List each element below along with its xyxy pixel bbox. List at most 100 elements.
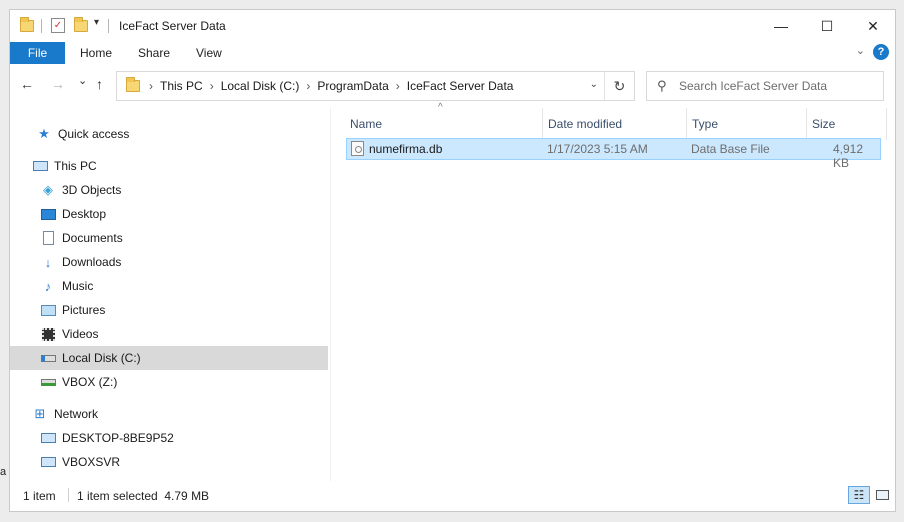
star-icon: ★ [38,126,50,141]
tab-home[interactable]: Home [80,46,112,60]
nav-network[interactable]: ⊞ Network [10,402,328,426]
nav-label: DESKTOP-8BE9P52 [62,431,174,445]
new-folder-icon[interactable] [74,17,88,32]
window-title: IceFact Server Data [119,19,226,33]
file-date-modified: 1/17/2023 5:15 AM [547,142,648,156]
details-view-icon: ☷ [853,488,865,502]
refresh-icon: ↻ [613,77,626,94]
nav-label: This PC [54,159,97,173]
back-arrow-icon: ← [20,76,34,92]
properties-icon[interactable]: ✓ [51,18,65,33]
up-arrow-icon: ↑ [96,76,103,92]
large-icons-view-button[interactable] [871,486,893,504]
breadcrumb-local-disk[interactable]: Local Disk (C:) [217,79,304,93]
network-icon: ⊞ [34,406,46,421]
close-button[interactable]: ✕ [850,10,896,42]
sort-ascending-icon: ^ [438,102,443,113]
column-resize-handle[interactable] [806,108,807,140]
nav-label: Quick access [58,127,130,141]
breadcrumb-icefact-server-data[interactable]: IceFact Server Data [403,79,518,93]
up-button[interactable]: ↑ [96,76,103,92]
minimize-icon: — [774,18,788,34]
nav-network-computer[interactable]: DESKTOP-8BE9P52 [10,426,328,450]
nav-pictures[interactable]: Pictures [10,298,328,322]
breadcrumb-programdata[interactable]: ProgramData [313,79,392,93]
nav-label: Local Disk (C:) [62,351,141,365]
computer-icon [40,454,56,470]
3d-objects-icon: ◈ [43,182,53,197]
expand-ribbon-icon[interactable]: ⌄ [856,44,865,57]
breadcrumb-this-pc[interactable]: This PC [156,79,207,93]
computer-icon [32,158,48,174]
address-dropdown-icon[interactable]: ⌄ [590,79,598,90]
breadcrumb-separator[interactable]: › [393,79,403,93]
column-resize-handle[interactable] [886,108,887,140]
navigation-pane: ★ Quick access This PC ◈ 3D Objects Desk… [10,108,330,481]
ribbon-tabs: File Home Share View ⌄ ? [10,42,895,64]
file-list: ^ Name Date modified Type Size numefirma… [340,102,888,481]
nav-desktop[interactable]: Desktop [10,202,328,226]
nav-vbox-drive[interactable]: VBOX (Z:) [10,370,328,394]
item-count: 1 item [23,489,56,503]
nav-documents[interactable]: Documents [10,226,328,250]
nav-label: Documents [62,231,123,245]
computer-icon [40,430,56,446]
navigation-bar: ← → ⌄ ↑ › This PC › Local Disk (C:) › Pr… [10,64,895,108]
customize-toolbar-icon[interactable]: ▾ [94,17,99,28]
tab-share[interactable]: Share [138,46,170,60]
column-resize-handle[interactable] [686,108,687,140]
large-icons-view-icon [875,490,889,500]
column-resize-handle[interactable] [542,108,543,140]
close-icon: ✕ [867,17,879,34]
search-box[interactable]: ⚲ [646,71,884,101]
nav-local-disk[interactable]: Local Disk (C:) [10,346,328,370]
folder-icon [126,77,140,92]
maximize-button[interactable]: ☐ [804,10,850,42]
forward-button[interactable]: → [51,76,65,92]
column-header-size[interactable]: Size [812,108,835,140]
address-bar[interactable]: › This PC › Local Disk (C:) › ProgramDat… [116,71,635,101]
toolbar-separator [41,19,42,33]
column-header-type[interactable]: Type [692,108,718,140]
nav-label: Network [54,407,99,421]
maximize-icon: ☐ [820,17,834,34]
chevron-down-icon: ⌄ [78,75,88,87]
nav-music[interactable]: ♪ Music [10,274,328,298]
file-name: numefirma.db [369,142,443,156]
pictures-icon [40,302,56,318]
breadcrumb-separator[interactable]: › [207,79,217,93]
forward-arrow-icon: → [51,76,65,92]
pane-divider[interactable] [330,108,331,481]
desktop-icon [40,206,56,222]
back-button[interactable]: ← [20,76,34,92]
nav-label: VBOX (Z:) [62,375,118,389]
nav-network-computer[interactable]: VBOXSVR [10,450,328,474]
column-header-name[interactable]: Name [350,108,382,140]
nav-videos[interactable]: Videos [10,322,328,346]
nav-this-pc[interactable]: This PC [10,154,328,178]
refresh-button[interactable]: ↻ [604,72,634,100]
file-row[interactable]: numefirma.db 1/17/2023 5:15 AM Data Base… [346,138,881,170]
breadcrumb-separator[interactable]: › [303,79,313,93]
minimize-button[interactable]: — [758,10,804,42]
file-size: 4,912 KB [833,142,864,170]
nav-downloads[interactable]: ↓ Downloads [10,250,328,274]
tab-file[interactable]: File [10,42,65,64]
breadcrumb-separator[interactable]: › [146,79,156,93]
nav-quick-access[interactable]: ★ Quick access [10,122,328,146]
nav-label: Videos [62,327,99,341]
selection-info: 1 item selected 4.79 MB [77,489,210,503]
nav-3d-objects[interactable]: ◈ 3D Objects [10,178,328,202]
recent-locations-button[interactable]: ⌄ [78,74,87,87]
search-input[interactable] [679,72,879,100]
tab-view[interactable]: View [196,46,222,60]
status-separator [68,488,69,502]
details-view-button[interactable]: ☷ [848,486,870,504]
status-bar: 1 item 1 item selected 4.79 MB ☷ [10,481,895,511]
music-note-icon: ♪ [44,278,52,294]
nav-label: Downloads [62,255,122,269]
help-icon[interactable]: ? [873,44,889,60]
column-header-date-modified[interactable]: Date modified [548,108,622,140]
film-strip-icon [40,326,56,342]
folder-icon[interactable] [20,17,34,32]
